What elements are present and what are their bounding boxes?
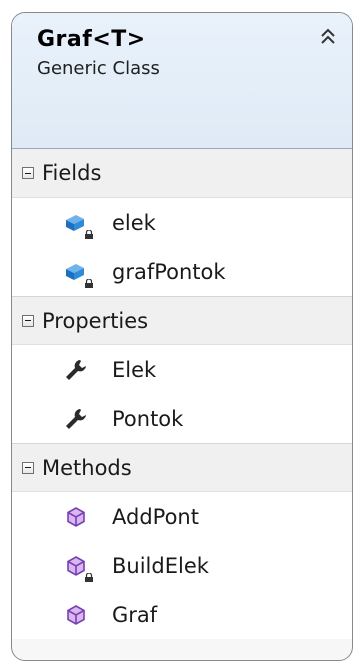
collapse-toggle-icon[interactable] (22, 314, 34, 327)
class-shape[interactable]: Graf<T> Generic Class Fields elek grafPo… (11, 12, 353, 661)
class-kind: Generic Class (37, 58, 160, 79)
member-label: Pontok (112, 406, 184, 431)
section-label: Methods (42, 455, 132, 480)
collapse-toggle-icon[interactable] (22, 167, 34, 179)
collapse-toggle-icon[interactable] (22, 461, 34, 474)
member-label: AddPont (112, 504, 199, 529)
member-label: elek (112, 210, 156, 235)
collapse-chevron-icon[interactable] (318, 27, 338, 47)
member-field-elek[interactable]: elek (12, 198, 352, 247)
field-private-icon (62, 209, 93, 239)
property-wrench-icon (62, 405, 90, 433)
class-header[interactable]: Graf<T> Generic Class (12, 13, 352, 149)
member-label: Elek (112, 357, 157, 382)
section-properties[interactable]: Properties (12, 296, 352, 345)
member-property-pontok[interactable]: Pontok (12, 394, 352, 443)
method-private-icon (62, 552, 93, 582)
section-fields[interactable]: Fields (12, 149, 352, 198)
member-label: Graf (112, 602, 158, 627)
member-label: BuildElek (112, 553, 209, 578)
member-method-graf[interactable]: Graf (12, 590, 352, 639)
member-field-grafpontok[interactable]: grafPontok (12, 247, 352, 296)
method-icon (62, 503, 90, 531)
section-label: Properties (42, 308, 149, 333)
section-label: Fields (42, 161, 102, 185)
property-wrench-icon (62, 356, 90, 384)
member-method-addpont[interactable]: AddPont (12, 492, 352, 541)
method-icon (62, 601, 90, 629)
member-label: grafPontok (112, 259, 226, 284)
member-property-elek[interactable]: Elek (12, 345, 352, 394)
class-name: Graf<T> (37, 27, 146, 52)
member-method-buildelek[interactable]: BuildElek (12, 541, 352, 590)
section-methods[interactable]: Methods (12, 443, 352, 492)
field-private-icon (62, 258, 93, 288)
